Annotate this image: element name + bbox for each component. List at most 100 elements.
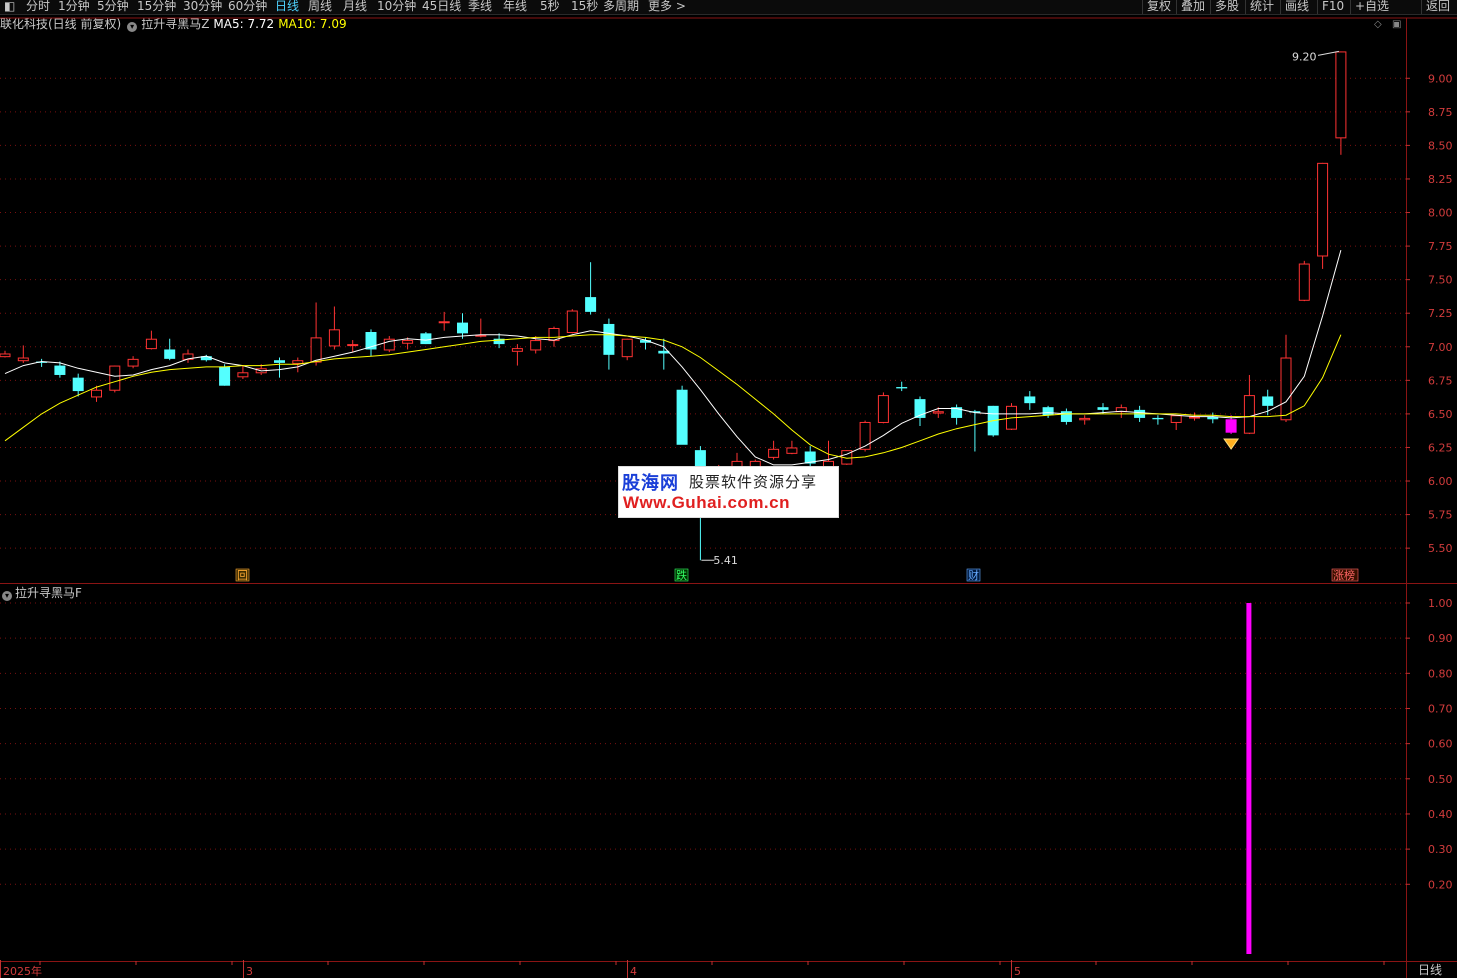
- candle-24: [438, 311, 450, 331]
- candle-43: [786, 440, 798, 455]
- candle-12: [219, 364, 231, 386]
- sub-tick-label-2: 0.80: [1428, 667, 1453, 680]
- candle-body-6: [109, 365, 121, 391]
- sub-tick-label-8: 0.20: [1428, 878, 1453, 891]
- high-label: 9.20: [1292, 50, 1317, 63]
- candle-64: [1170, 415, 1182, 431]
- candle-body-0: [0, 353, 11, 358]
- candle-body-9: [164, 349, 176, 359]
- candle-body-32: [585, 297, 597, 312]
- main-tick-label-13: 5.75: [1428, 509, 1453, 522]
- main-tick-label-14: 5.50: [1428, 542, 1453, 555]
- candle-20: [365, 329, 377, 357]
- candle-body-8: [145, 338, 157, 350]
- candle-body-3: [54, 365, 66, 375]
- candle-body-43: [786, 447, 798, 454]
- main-tick-label-12: 6.00: [1428, 475, 1453, 488]
- sub-tick-label-7: 0.30: [1428, 843, 1453, 856]
- candle-70: [1280, 334, 1292, 422]
- main-tick-label-2: 8.50: [1428, 139, 1453, 152]
- candle-66: [1207, 412, 1219, 424]
- candle-body-23: [420, 333, 432, 345]
- candle-73: [1335, 51, 1347, 155]
- candle-68: [1243, 374, 1255, 435]
- candle-56: [1024, 391, 1036, 410]
- candle-17: [310, 302, 322, 366]
- candle-body-71: [1298, 263, 1310, 301]
- x-tick-label-3: 5: [1014, 965, 1021, 978]
- candle-body-29: [530, 340, 542, 351]
- candle-34: [621, 338, 633, 361]
- candle-body-5: [91, 389, 102, 398]
- candle-body-19: [347, 344, 359, 347]
- main-tick-label-11: 6.25: [1428, 441, 1453, 454]
- candle-33: [603, 318, 615, 370]
- candle-6: [109, 365, 121, 393]
- candle-28: [511, 344, 523, 366]
- candle-10: [182, 349, 194, 363]
- candle-body-42: [768, 448, 780, 458]
- main-tick-label-0: 9.00: [1428, 72, 1453, 85]
- candle-body-65: [1189, 416, 1200, 419]
- candle-body-68: [1243, 395, 1255, 434]
- candle-body-60: [1097, 407, 1109, 410]
- candle-body-51: [932, 411, 944, 414]
- sub-panel-title[interactable]: 拉升寻黑马F: [15, 586, 82, 600]
- main-tick-label-4: 8.00: [1428, 207, 1453, 220]
- candle-50: [914, 396, 926, 426]
- watermark-subtitle: 股票软件资源分享: [689, 473, 818, 491]
- candle-body-57: [1042, 407, 1054, 416]
- candle-21: [383, 336, 395, 353]
- candle-36: [658, 338, 670, 370]
- candle-body-73: [1335, 51, 1347, 139]
- candle-body-12: [219, 366, 231, 386]
- candle-55: [1006, 403, 1017, 431]
- candle-body-56: [1024, 396, 1036, 404]
- candle-body-31: [566, 310, 578, 334]
- candle-8: [145, 330, 157, 350]
- sub-tick-label-4: 0.60: [1428, 738, 1453, 751]
- candle-52: [951, 404, 963, 425]
- candle-body-22: [402, 340, 414, 344]
- candle-body-16: [292, 360, 304, 364]
- candle-body-7: [127, 358, 139, 367]
- candle-body-24: [438, 321, 450, 324]
- main-tick-label-8: 7.00: [1428, 341, 1453, 354]
- period-label: 日线: [1418, 963, 1442, 977]
- candle-body-72: [1317, 162, 1329, 257]
- candle-23: [420, 332, 432, 345]
- chevron-down-icon[interactable]: ▾: [2, 591, 12, 601]
- candle-body-48: [877, 395, 889, 423]
- candle-body-69: [1262, 396, 1274, 406]
- x-tick-label-0: 2025年: [3, 964, 42, 978]
- candle-59: [1079, 415, 1091, 425]
- candle-1: [17, 345, 29, 363]
- candle-body-4: [72, 377, 84, 392]
- candle-body-34: [621, 338, 633, 358]
- candle-body-1: [17, 357, 29, 362]
- candle-0: [0, 350, 11, 358]
- candle-body-37: [676, 389, 688, 445]
- candle-body-64: [1170, 415, 1182, 423]
- candle-13: [237, 365, 249, 379]
- candle-body-38: [694, 450, 706, 468]
- candle-53: [969, 409, 981, 452]
- low-label: 5.41: [713, 554, 738, 567]
- watermark-url: Www.Guhai.com.cn: [623, 493, 790, 512]
- candle-body-18: [328, 329, 340, 347]
- candle-body-33: [603, 323, 615, 355]
- event-marker-2: 财: [968, 568, 979, 582]
- ma10-line: [4, 334, 1342, 459]
- candle-body-49: [896, 387, 908, 389]
- candle-body-17: [310, 337, 322, 363]
- candle-body-13: [237, 372, 249, 378]
- candle-body-25: [457, 322, 468, 334]
- sub-tick-label-3: 0.70: [1428, 702, 1453, 715]
- candle-body-47: [859, 421, 871, 450]
- watermark: 股海网 股票软件资源分享 Www.Guhai.com.cn: [618, 466, 839, 518]
- candle-49: [896, 381, 908, 392]
- price-axes: 9.00 8.75 8.50 8.25 8.00 7.75 7.50 7.25 7.00 6.75…: [0, 72, 1453, 978]
- event-marker-3: 涨榜: [1333, 568, 1355, 582]
- candle-47: [859, 420, 871, 452]
- event-marker-1: 跌: [676, 568, 687, 582]
